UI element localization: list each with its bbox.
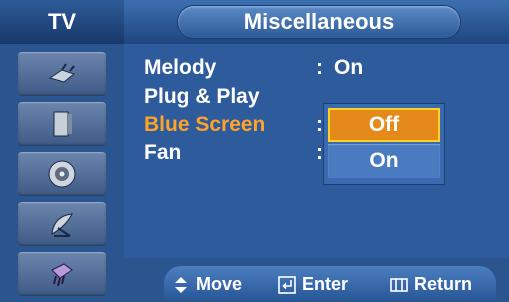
speaker-icon xyxy=(53,111,72,137)
enter-icon xyxy=(278,275,296,294)
menu-item-fan[interactable]: Fan xyxy=(144,141,181,165)
disc-speaker-icon xyxy=(48,160,76,188)
menu-item-blue-screen[interactable]: Blue Screen xyxy=(144,113,265,137)
sidebar-item-input[interactable] xyxy=(18,52,106,96)
menu-item-plug-and-play[interactable]: Plug & Play xyxy=(144,85,260,109)
sidebar-item-audio[interactable] xyxy=(18,152,106,196)
blue-screen-dropdown: Off On xyxy=(324,104,444,184)
sidebar-item-sound[interactable] xyxy=(18,102,106,146)
return-icon xyxy=(390,277,408,292)
satellite-dish-icon xyxy=(51,213,73,237)
return-hint: Return xyxy=(390,274,472,295)
top-bar: TV Miscellaneous xyxy=(0,0,509,44)
move-label: Move xyxy=(196,274,243,294)
return-label: Return xyxy=(414,274,472,294)
option-off[interactable]: Off xyxy=(328,108,440,142)
menu-title: Miscellaneous xyxy=(178,6,460,38)
fan-colon: : xyxy=(316,141,323,164)
settings-menu: Melody : On Plug & Play Blue Screen : Fa… xyxy=(124,44,509,258)
enter-label: Enter xyxy=(302,274,349,294)
up-down-arrow-icon xyxy=(175,276,187,293)
sidebar-item-setup[interactable] xyxy=(18,252,106,296)
sidebar xyxy=(0,44,124,302)
blue-screen-colon: : xyxy=(316,113,323,136)
osd-screen: TV Miscellaneous Melody: On Plug & Play… xyxy=(0,0,509,302)
move-hint: Move xyxy=(172,274,242,295)
melody-colon: : xyxy=(316,56,323,79)
tv-tab[interactable]: TV xyxy=(0,0,124,44)
enter-hint: Enter xyxy=(278,274,348,295)
connector-icon xyxy=(51,263,73,287)
option-on[interactable]: On xyxy=(328,144,440,178)
antenna-plug-icon xyxy=(48,63,76,83)
sidebar-item-channel[interactable] xyxy=(18,202,106,246)
menu-item-melody[interactable]: Melody xyxy=(144,56,216,80)
melody-value: On xyxy=(334,56,364,79)
